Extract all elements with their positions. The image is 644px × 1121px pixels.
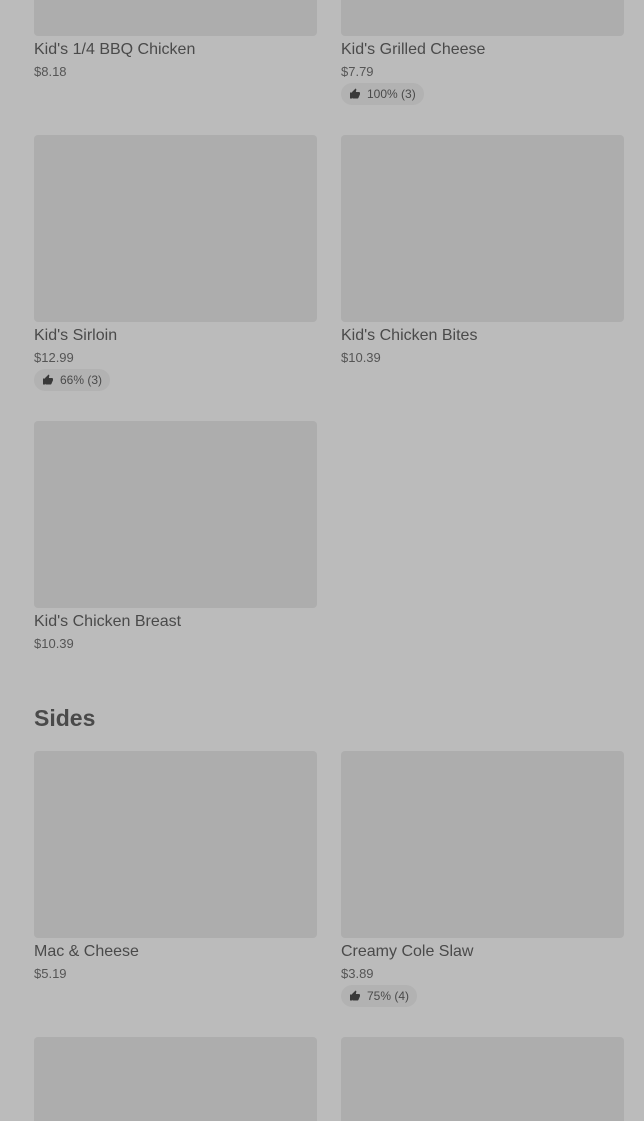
thumbs-up-icon [43,374,53,385]
item-image-placeholder [34,0,317,36]
rating-text: 66% (3) [60,373,103,387]
menu-item-card[interactable]: Kid's Chicken Bites $10.39 [341,135,624,365]
menu-page: Kid's 1/4 BBQ Chicken $8.18 Kid's Grille… [0,0,644,1121]
item-price: $7.79 [341,64,374,79]
menu-item-card[interactable]: Kid's Grilled Cheese $7.79 100% (3) [341,0,624,105]
item-name: Creamy Cole Slaw [341,943,474,960]
rating-badge: 66% (3) [34,369,111,391]
item-image-placeholder [34,1037,317,1121]
item-image-placeholder [34,421,317,608]
item-price: $3.89 [341,966,374,981]
item-name: Kid's Sirloin [34,327,118,344]
rating-badge: 100% (3) [341,83,424,105]
item-image-placeholder [341,1037,624,1121]
item-price: $8.18 [34,64,67,79]
item-image-placeholder [34,751,317,938]
menu-item-card[interactable]: Kid's 1/4 BBQ Chicken $8.18 [34,0,317,79]
item-name: Kid's 1/4 BBQ Chicken [34,41,196,58]
section-title-sides: Sides [34,705,96,731]
menu-item-card[interactable]: Creamy Cole Slaw $3.89 75% (4) [341,751,624,1007]
rating-text: 100% (3) [367,87,416,101]
item-image-placeholder [34,135,317,322]
item-image-placeholder [341,0,624,36]
item-image-placeholder [341,751,624,938]
item-name: Kid's Grilled Cheese [341,41,486,58]
item-image-placeholder [341,135,624,322]
rating-badge: 75% (4) [341,985,418,1007]
item-name: Mac & Cheese [34,943,139,960]
item-name: Kid's Chicken Breast [34,613,182,630]
rating-text: 75% (4) [367,989,410,1003]
menu-item-card[interactable] [34,1037,317,1121]
menu-item-card[interactable] [341,1037,624,1121]
menu-item-card[interactable]: Kid's Chicken Breast $10.39 [34,421,317,651]
item-price: $10.39 [34,636,74,651]
item-name: Kid's Chicken Bites [341,327,478,344]
item-price: $12.99 [34,350,74,365]
thumbs-up-icon [350,990,360,1001]
item-price: $5.19 [34,966,67,981]
item-price: $10.39 [341,350,381,365]
menu-item-card[interactable]: Mac & Cheese $5.19 [34,751,317,981]
menu-item-card[interactable]: Kid's Sirloin $12.99 66% (3) [34,135,317,391]
thumbs-up-icon [350,88,360,99]
